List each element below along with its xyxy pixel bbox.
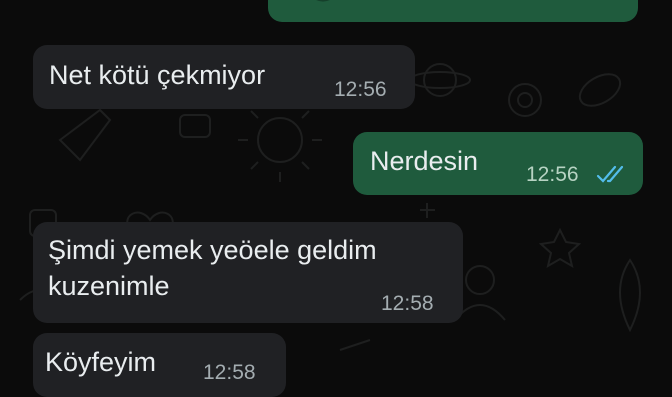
message-text: Şimdi yemek yeöele geldim kuzenimle [48,235,377,301]
message-text: Nerdesin [370,146,479,176]
message-timestamp: 12:58 [381,292,434,315]
media-edge-icon [316,0,330,2]
double-check-read-icon [596,165,624,183]
message-timestamp: 12:56 [526,163,579,186]
message-text: Köyfeyim [45,347,157,377]
message-bubble-incoming[interactable]: Köyfeyim 12:58 [33,333,286,397]
message-bubble-incoming[interactable]: Net kötü çekmiyor 12:56 [33,45,415,109]
message-bubble-outgoing-partial[interactable] [268,0,638,22]
message-timestamp: 12:56 [334,78,387,101]
message-bubble-outgoing[interactable]: Nerdesin 12:56 [353,132,643,195]
message-timestamp: 12:58 [203,361,256,384]
message-text: Net kötü çekmiyor [49,60,266,90]
message-bubble-incoming[interactable]: Şimdi yemek yeöele geldim kuzenimle 12:5… [33,222,463,323]
